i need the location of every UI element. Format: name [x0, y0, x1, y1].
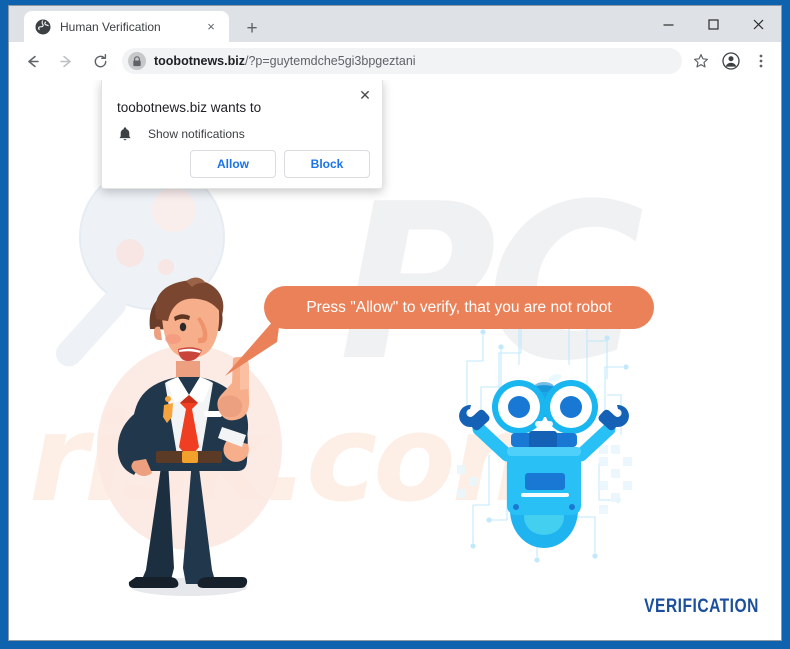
url-host: toobotnews.biz	[154, 54, 245, 68]
bell-icon	[117, 126, 133, 142]
url-path: /?p=guytemdche5gi3bpgeztani	[244, 54, 416, 68]
forward-arrow-icon	[52, 47, 80, 75]
url-text: toobotnews.biz/?p=guytemdche5gi3bpgeztan…	[154, 54, 416, 68]
businessman-illustration	[117, 277, 250, 596]
permission-dialog-actions: Allow Block	[190, 150, 370, 178]
tab-title: Human Verification	[60, 19, 161, 34]
close-icon[interactable]: ✕	[355, 85, 375, 105]
speech-bubble-text: Press "Allow" to verify, that you are no…	[306, 298, 612, 316]
page-viewport: PC risk.com Press "Allow" to verify, tha…	[9, 80, 781, 640]
reload-icon[interactable]	[86, 47, 114, 75]
permission-request-row: Show notifications	[117, 126, 245, 142]
back-arrow-icon[interactable]	[18, 47, 46, 75]
new-tab-button[interactable]: +	[239, 15, 265, 41]
star-icon[interactable]	[688, 48, 714, 74]
tab-strip: Human Verification × +	[9, 6, 781, 42]
robot-illustration	[457, 317, 632, 563]
maximize-button[interactable]	[691, 6, 736, 42]
globe-icon	[35, 19, 51, 35]
permission-label: Show notifications	[148, 127, 245, 141]
profile-avatar-icon[interactable]	[718, 48, 744, 74]
three-dot-menu-icon[interactable]	[748, 48, 774, 74]
permission-dialog-title: toobotnews.biz wants to	[117, 100, 262, 115]
address-bar[interactable]: toobotnews.biz/?p=guytemdche5gi3bpgeztan…	[122, 48, 682, 74]
browser-toolbar: toobotnews.biz/?p=guytemdche5gi3bpgeztan…	[9, 42, 781, 80]
block-button[interactable]: Block	[284, 150, 370, 178]
close-button[interactable]	[736, 6, 781, 42]
window-controls	[646, 6, 781, 42]
verification-label: VERIFICATION	[644, 596, 759, 617]
browser-tab[interactable]: Human Verification ×	[24, 11, 229, 42]
notification-permission-dialog: ✕ toobotnews.biz wants to Show notificat…	[101, 80, 383, 189]
speech-bubble: Press "Allow" to verify, that you are no…	[264, 286, 654, 329]
tab-close-icon[interactable]: ×	[201, 17, 221, 37]
allow-button[interactable]: Allow	[190, 150, 276, 178]
browser-window: Human Verification × + toobotnews.biz/?p…	[8, 5, 782, 641]
lock-icon	[128, 52, 146, 70]
minimize-button[interactable]	[646, 6, 691, 42]
